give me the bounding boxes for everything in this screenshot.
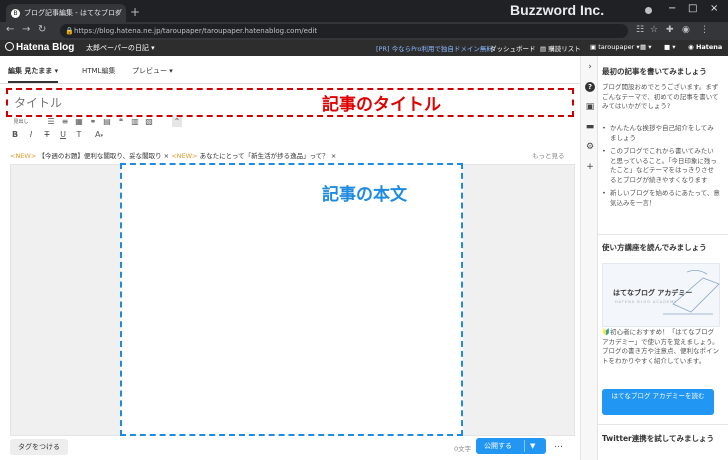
new-badge: <NEW> [171, 152, 198, 160]
minimize-button[interactable]: − [668, 3, 676, 14]
apps-icon[interactable]: ☷ [636, 25, 644, 35]
academy-logo: はてなブログ アカデミー [613, 289, 693, 297]
clear-format-icon[interactable]: T [74, 130, 84, 140]
folder-icon[interactable]: ▬ [585, 122, 595, 132]
section-divider [598, 234, 728, 235]
photo-icon[interactable]: ▣ [585, 102, 595, 112]
extensions-icon[interactable]: ✚ [666, 25, 674, 35]
dashboard-link[interactable]: ダッシュボード [490, 43, 536, 53]
brand-watermark: Buzzword Inc. [510, 2, 605, 18]
more-options-button[interactable]: … [554, 440, 563, 450]
forward-arrow-icon[interactable]: → [22, 24, 30, 35]
browser-tab[interactable]: B ブログ記事編集 - はてなブログ × [6, 4, 126, 22]
tab-wysiwyg[interactable]: 編集 見たまま ▾ [8, 66, 59, 83]
list-item: 新しいブログを始めるにあたって、意気込みを一言！ [602, 189, 720, 208]
text-color-icon[interactable]: A▾ [90, 130, 108, 140]
underline-icon[interactable]: U [58, 130, 68, 140]
sidebar-icon-column: › ? ▣ ▬ ⚙ + [580, 56, 598, 460]
avatar: ▣ [590, 43, 597, 51]
reader-icon: ▤ [540, 45, 547, 53]
academy-description: 🔰初心者におすすめ！「はてなブログ アカデミー」で使い方を覚えましょう。ブログの… [602, 328, 719, 365]
editor-footer: タグをつける 0文字 公開する ▼ … [0, 436, 580, 460]
topic-notice: <NEW> 【今週のお題】便利な閣取り、妥な閣取り × <NEW> あなたにとっ… [10, 150, 575, 160]
browser-tab-bar: B ブログ記事編集 - はてなブログ × + Buzzword Inc. − □… [0, 0, 728, 22]
quote-icon[interactable]: ❝ [116, 117, 126, 127]
tab-title: ブログ記事編集 - はてなブログ [24, 9, 122, 17]
help-icon[interactable]: ? [585, 82, 595, 92]
numbered-list-icon[interactable]: ≡ [60, 117, 70, 127]
tips-list: かんたんな挨拶や自己紹介をしてみましょう このブログでこれから書いてみたいと思っ… [602, 124, 720, 212]
url-text: https://blog.hatena.ne.jp/taroupaper/tar… [74, 27, 318, 35]
more-link[interactable]: もっと見る [532, 150, 565, 160]
embed-icon[interactable]: ▤ [102, 117, 112, 127]
chevron-down-icon[interactable]: ▼ [530, 438, 535, 454]
collapse-toolbar-icon[interactable]: ⌃ [172, 117, 182, 127]
body-annotation: 記事の本文 [322, 185, 407, 205]
weekly-topic-link[interactable]: 【今週のお題】便利な閣取り、妥な閣取り × [38, 152, 169, 160]
tab-divider [0, 83, 580, 84]
twitter-heading: Twitter連携を試してみましょう [602, 434, 715, 443]
body-editor[interactable] [120, 163, 463, 436]
lock-icon: 🔒 [65, 27, 74, 35]
hatena-favicon-icon: B [11, 9, 20, 18]
academy-banner[interactable]: はてなブログ アカデミー HATENA BLOG ACADEMY [602, 263, 720, 327]
footnote-icon[interactable]: ▧ [144, 117, 154, 127]
table-icon[interactable]: ▦ [74, 117, 84, 127]
hatena-blog-logo[interactable]: Hatena Blog [5, 42, 74, 53]
chevron-right-icon[interactable]: › [585, 62, 595, 72]
read-academy-button[interactable]: はてなブログ アカデミーを読む [602, 389, 714, 415]
section-divider [598, 424, 728, 425]
link-icon[interactable]: ⚭ [88, 117, 98, 127]
gear-icon[interactable]: ⚙ [585, 142, 595, 152]
tab-close-icon[interactable]: × [114, 4, 121, 22]
blog-name-menu[interactable]: 太郎ペーパーの日記 ▾ [86, 43, 155, 53]
first-post-intro: ブログ開設おめでとうございます。まずごんなテーマで、初めての記事を書いてみてはい… [602, 83, 719, 110]
italic-icon[interactable]: I [26, 130, 36, 140]
list-item: かんたんな挨拶や自己紹介をしてみましょう [602, 124, 720, 143]
tab-preview[interactable]: プレビュー ▾ [132, 66, 173, 76]
plus-icon[interactable]: + [585, 162, 595, 172]
help-sidebar: 最初の記事を書いてみましょう ブログ開設おめでとうございます。まずごんなテーマで… [598, 56, 728, 460]
back-arrow-icon[interactable]: ← [6, 24, 14, 35]
account-icon[interactable]: ◉ [682, 25, 690, 35]
maximize-button[interactable]: □ [688, 3, 697, 14]
academy-logo-subtitle: HATENA BLOG ACADEMY [615, 300, 678, 304]
profile-dot-icon [645, 7, 652, 14]
special-topic-link[interactable]: あなたにとって「新生活が捗る逸品」って？ × [200, 152, 337, 160]
address-bar-row: ← → ↻ 🔒 https://blog.hatena.ne.jp/taroup… [0, 22, 728, 40]
first-post-heading: 最初の記事を書いてみましょう [602, 67, 707, 76]
star-icon[interactable]: ☆ [650, 25, 658, 35]
publish-separator [524, 440, 525, 452]
hatena-small-logo-icon: ◉ [688, 43, 694, 51]
paragraph-style-select[interactable]: 見出し [10, 117, 32, 127]
hatena-link[interactable]: ◉ Hatena [688, 43, 722, 51]
url-field[interactable]: 🔒 https://blog.hatena.ne.jp/taroupaper/t… [60, 24, 628, 38]
hatena-header: Hatena Blog 太郎ペーパーの日記 ▾ [PR] 今ならPro利用で独自… [0, 40, 728, 56]
guide-heading: 使い方講座を読んでみましょう [602, 243, 707, 252]
publish-button[interactable]: 公開する ▼ [476, 438, 546, 454]
browser-menu-icon[interactable]: ⋮ [700, 25, 709, 35]
notification-icon[interactable]: ■ ▾ [664, 43, 675, 51]
close-window-button[interactable]: × [710, 3, 718, 14]
list-item: このブログでこれから書いてみたいと思っていること。「今日印象に残ったこと」などテ… [602, 147, 720, 185]
grid-menu-icon[interactable]: ▦ ▾ [640, 43, 651, 51]
new-badge: <NEW> [10, 152, 37, 160]
subscriptions-link[interactable]: ▤ 購読リスト [540, 43, 581, 53]
reload-icon[interactable]: ↻ [38, 24, 46, 35]
bold-icon[interactable]: B [10, 130, 20, 140]
title-input[interactable] [10, 91, 570, 115]
add-tag-button[interactable]: タグをつける [10, 439, 68, 455]
user-menu[interactable]: ▣ taroupaper ▾ [590, 43, 640, 51]
strikethrough-icon[interactable]: T [42, 130, 52, 140]
bullet-list-icon[interactable]: ☰ [46, 117, 56, 127]
pro-promo-link[interactable]: [PR] 今ならPro利用で独自ドメイン無料 [376, 43, 493, 53]
title-annotation: 記事のタイトル [322, 95, 441, 115]
new-tab-button[interactable]: + [130, 4, 140, 20]
tab-html-edit[interactable]: HTML編集 [82, 66, 115, 76]
char-count: 0文字 [454, 445, 472, 453]
continue-reading-icon[interactable]: ▥ [130, 117, 140, 127]
hatena-logo-icon [5, 42, 14, 51]
